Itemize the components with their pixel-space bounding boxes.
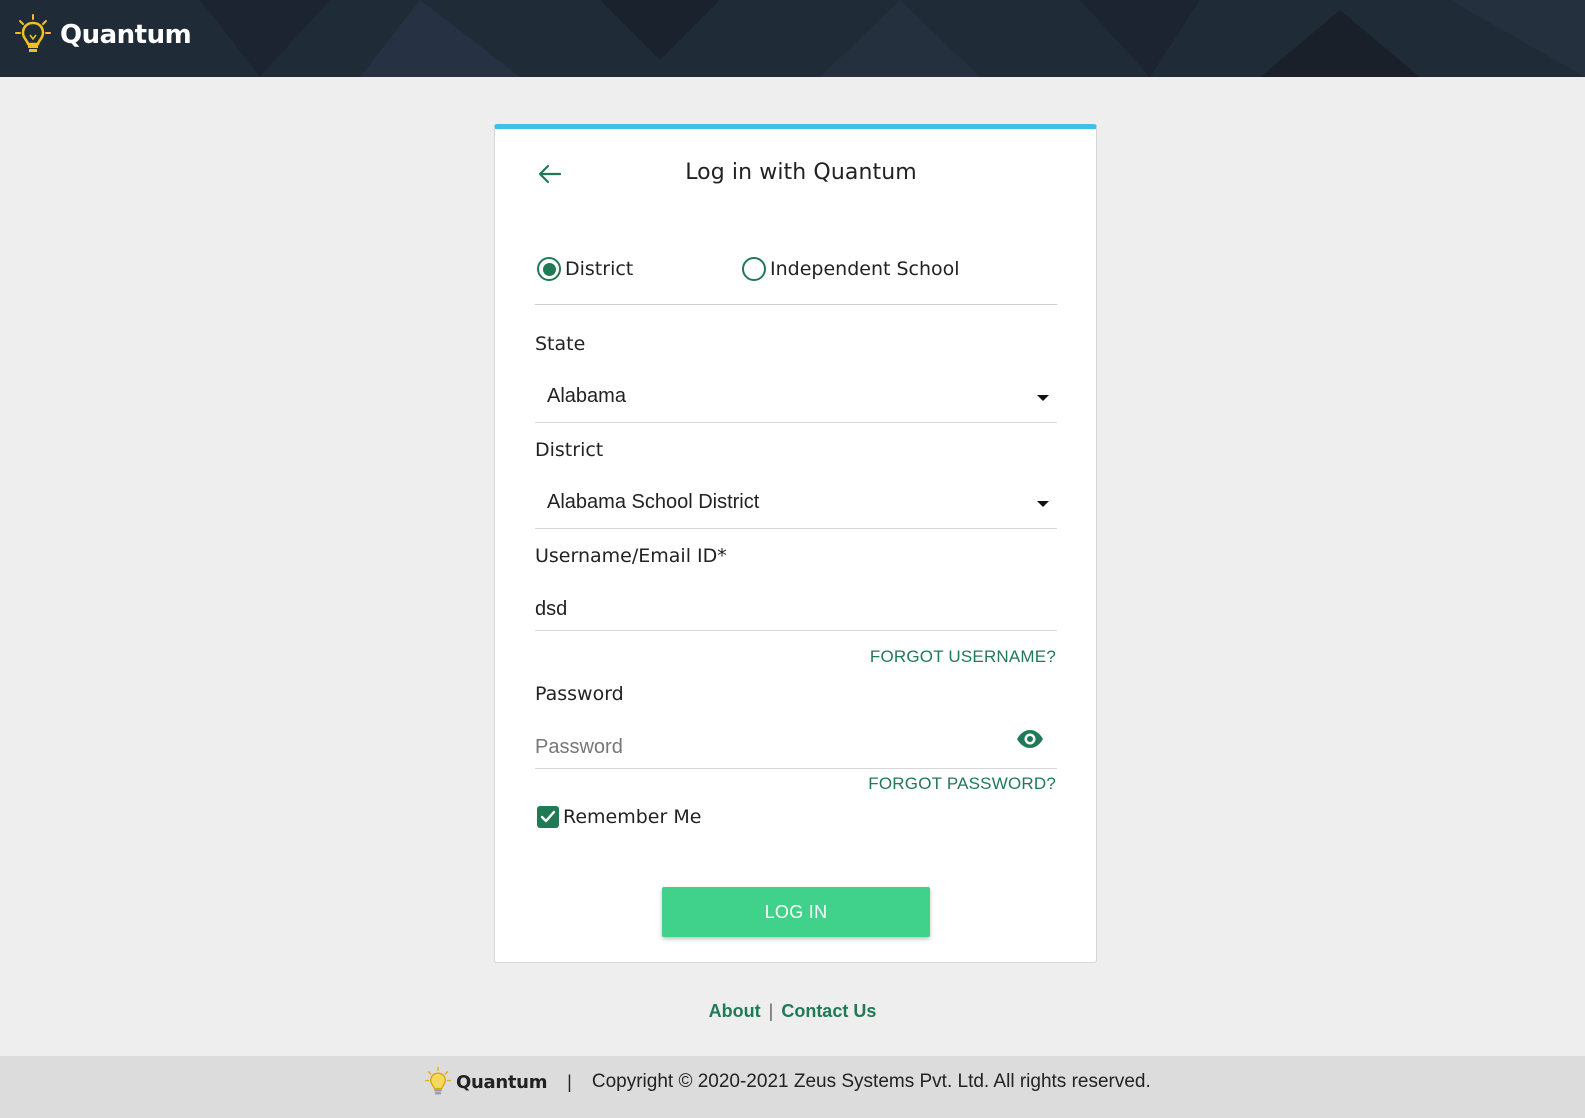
login-card: Log in with Quantum District Independent… <box>494 124 1097 963</box>
password-input[interactable] <box>535 733 1005 761</box>
radio-independent-school[interactable]: Independent School <box>742 257 960 281</box>
remember-me-checkbox[interactable]: Remember Me <box>537 806 701 828</box>
footer-links: About | Contact Us <box>0 1001 1585 1022</box>
checkbox-box[interactable] <box>537 806 559 828</box>
district-select-value: Alabama School District <box>547 491 760 513</box>
password-label: Password <box>535 683 624 705</box>
eye-icon <box>1017 730 1043 748</box>
show-password-button[interactable] <box>1015 727 1045 751</box>
remember-me-label: Remember Me <box>563 806 702 828</box>
district-label: District <box>535 439 604 461</box>
bottom-footer-bar: Quantum | Copyright © 2020-2021 Zeus Sys… <box>0 1056 1585 1118</box>
header-pattern <box>200 0 1585 77</box>
login-type-radio-group: District Independent School <box>535 253 1057 305</box>
forgot-password-link[interactable]: FORGOT PASSWORD? <box>868 774 1056 794</box>
username-field <box>535 583 1057 631</box>
radio-label-independent-school: Independent School <box>770 258 960 280</box>
radio-district[interactable]: District <box>537 257 633 281</box>
radio-label-district: District <box>565 258 634 280</box>
login-title: Log in with Quantum <box>685 160 917 185</box>
username-input[interactable] <box>535 595 1005 623</box>
radio-circle-district[interactable] <box>537 257 561 281</box>
chevron-down-icon <box>1037 501 1049 507</box>
footer-brand: Quantum <box>456 1071 548 1093</box>
radio-dot-icon <box>542 262 556 276</box>
footer-content: Quantum | Copyright © 2020-2021 Zeus Sys… <box>424 1066 1151 1098</box>
state-label: State <box>535 333 586 355</box>
about-link[interactable]: About <box>709 1001 761 1021</box>
district-select[interactable]: Alabama School District <box>535 479 1057 529</box>
copyright-text: Copyright © 2020-2021 Zeus Systems Pvt. … <box>591 1071 1151 1092</box>
forgot-username-link[interactable]: FORGOT USERNAME? <box>870 647 1056 667</box>
contact-us-link[interactable]: Contact Us <box>781 1001 876 1021</box>
lightbulb-logo-icon <box>15 14 51 52</box>
footer-link-separator: | <box>768 1001 774 1021</box>
password-field <box>535 721 1057 769</box>
lightbulb-logo-icon <box>424 1066 452 1095</box>
footer-separator: | <box>567 1071 572 1092</box>
chevron-down-icon <box>1037 395 1049 401</box>
radio-circle-independent-school[interactable] <box>742 257 766 281</box>
state-select-value: Alabama <box>547 385 626 407</box>
header-app-name: Quantum <box>60 20 192 50</box>
login-button[interactable]: LOG IN <box>662 887 930 937</box>
username-label: Username/Email ID* <box>535 545 727 567</box>
top-header: Quantum <box>0 0 1585 77</box>
state-select[interactable]: Alabama <box>535 373 1057 423</box>
header-brand[interactable]: Quantum <box>14 12 192 58</box>
checkmark-icon <box>540 810 556 823</box>
